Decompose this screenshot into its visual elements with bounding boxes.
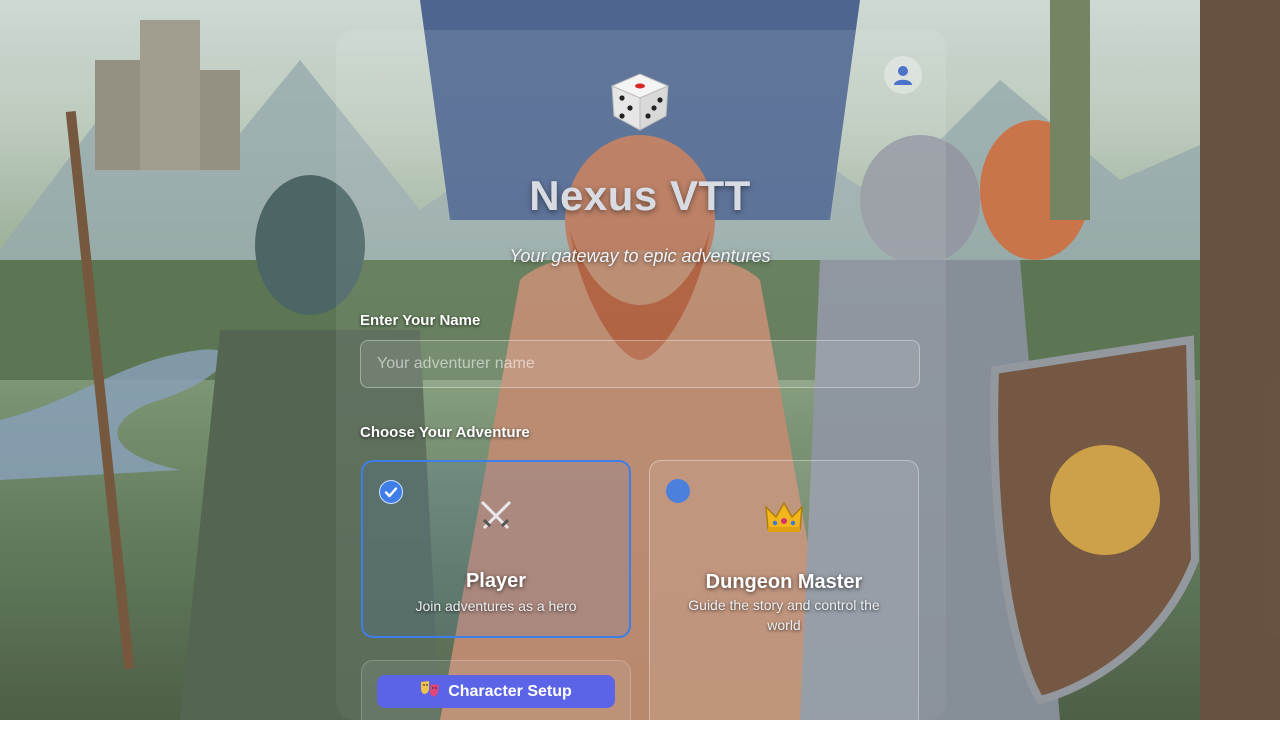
dice-icon (608, 70, 672, 134)
adventurer-name-input[interactable] (360, 340, 920, 388)
user-icon (894, 66, 912, 85)
role-card-dungeon-master[interactable]: Dungeon Master Guide the story and contr… (649, 460, 919, 730)
dungeon-master-role-title: Dungeon Master (705, 571, 863, 593)
theater-masks-icon (420, 680, 440, 703)
app-subtitle: Your gateway to epic adventures (509, 246, 771, 266)
character-setup-button[interactable]: Character Setup (377, 675, 615, 708)
dungeon-master-role-description: Guide the story and control the world (688, 597, 880, 633)
crown-icon (650, 499, 918, 544)
app-title: Nexus VTT (529, 172, 751, 219)
player-role-title: Player (465, 570, 527, 592)
character-setup-label: Character Setup (448, 682, 572, 700)
adventure-section-label: Choose Your Adventure (360, 424, 530, 441)
name-field-label: Enter Your Name (360, 312, 481, 329)
player-role-description: Join adventures as a hero (415, 598, 577, 614)
role-card-player[interactable]: Player Join adventures as a hero (361, 460, 631, 638)
crossed-swords-icon (363, 496, 629, 545)
user-avatar[interactable] (884, 56, 922, 94)
